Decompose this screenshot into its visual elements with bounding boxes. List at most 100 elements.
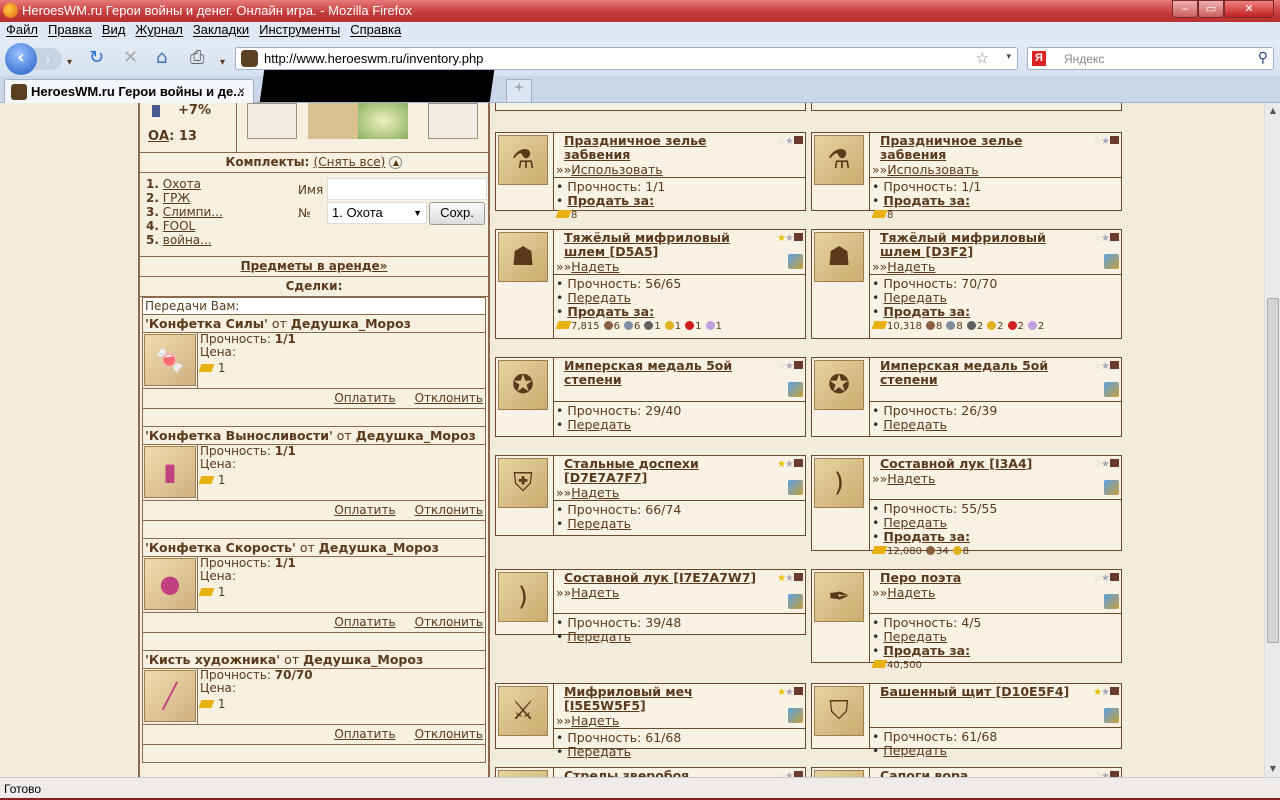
transfer-link[interactable]: Передать — [567, 290, 631, 305]
repair-icon[interactable] — [788, 382, 803, 397]
potion-icon[interactable]: ⚗ — [814, 135, 864, 185]
wear-link[interactable]: Надеть — [571, 485, 619, 500]
sword-icon[interactable]: ⚔ — [498, 686, 548, 736]
transfer-link[interactable]: Передать — [883, 515, 947, 530]
menu-file[interactable]: Файл — [6, 22, 38, 37]
home-icon[interactable]: ⌂ — [156, 48, 167, 68]
boots-slot[interactable] — [308, 103, 358, 139]
repair-icon[interactable] — [788, 708, 803, 723]
item-title-link[interactable]: Составной лук [I7E7A7W7] — [556, 571, 765, 585]
item-title-link[interactable]: Стальные доспехи [D7E7A7F7] — [556, 457, 765, 485]
menu-history[interactable]: Журнал — [135, 22, 182, 37]
save-set-button[interactable]: Сохр. — [429, 202, 485, 225]
transfer-link[interactable]: Передать — [883, 743, 947, 758]
item-title-link[interactable]: Составной лук [I3A4] — [872, 457, 1081, 471]
sell-link[interactable]: Продать за: — [883, 529, 970, 544]
bouquet-slot[interactable] — [358, 103, 408, 139]
item-title-link[interactable]: Праздничное зелье забвения — [556, 134, 765, 162]
maximize-button[interactable]: ▭ — [1198, 0, 1224, 18]
item-title-link[interactable]: Башенный щит [D10E5F4] — [872, 685, 1081, 699]
transfer-link[interactable]: Передать — [567, 417, 631, 432]
weapon-slot[interactable] — [247, 103, 297, 139]
menu-tools[interactable]: Инструменты — [259, 22, 340, 37]
set-link[interactable]: Охота — [163, 177, 201, 191]
close-tab-icon[interactable]: × — [238, 84, 245, 98]
pay-link[interactable]: Оплатить — [334, 727, 395, 741]
scrollbar-thumb[interactable] — [1267, 298, 1279, 643]
print-dropdown-icon[interactable]: ▾ — [220, 53, 225, 73]
wear-link[interactable]: Надеть — [571, 259, 619, 274]
wear-link[interactable]: Надеть — [887, 585, 935, 600]
back-button[interactable]: ‹ — [5, 43, 37, 75]
tab-heroeswm[interactable]: HeroesWM.ru Герои войны и де... × — [4, 79, 254, 103]
set-link[interactable]: война... — [163, 233, 212, 247]
repair-icon[interactable] — [1104, 480, 1119, 495]
menu-view[interactable]: Вид — [102, 22, 126, 37]
pay-link[interactable]: Оплатить — [334, 503, 395, 517]
armor-icon[interactable]: ⛨ — [498, 458, 548, 508]
arrows-icon[interactable]: ➶ — [498, 770, 548, 777]
pay-link[interactable]: Оплатить — [334, 391, 395, 405]
bow-icon[interactable]: ) — [814, 458, 864, 508]
minimize-button[interactable]: – — [1172, 0, 1198, 18]
remove-all-link[interactable]: (Снять все) — [314, 155, 386, 169]
sell-link[interactable]: Продать за: — [883, 304, 970, 319]
sell-link[interactable]: Продать за: — [883, 643, 970, 658]
sell-link[interactable]: Продать за: — [883, 193, 970, 208]
item-title-link[interactable]: Тяжёлый мифриловый шлем [D3F2] — [872, 231, 1081, 259]
wear-link[interactable]: Надеть — [887, 471, 935, 486]
transfer-link[interactable]: Передать — [567, 516, 631, 531]
item-title-link[interactable]: Имперская медаль 5ой степени — [872, 359, 1081, 387]
shield-icon[interactable]: ⛉ — [814, 686, 864, 736]
bookmark-star-icon[interactable]: ☆ — [976, 49, 989, 67]
decline-link[interactable]: Отклонить — [415, 503, 483, 517]
use-link[interactable]: Использовать — [571, 162, 662, 177]
transfer-link[interactable]: Передать — [883, 417, 947, 432]
history-dropdown-icon[interactable]: ▾ — [67, 53, 72, 73]
item-title-link[interactable]: Сапоги вора — [872, 769, 1081, 778]
scroll-up-icon[interactable]: ▲ — [1265, 103, 1280, 119]
url-dropdown-icon[interactable]: ▾ — [1006, 51, 1011, 62]
search-bar[interactable]: Я Яндекс ⚲ — [1027, 47, 1274, 70]
helmet-icon[interactable]: ☗ — [814, 232, 864, 282]
boots-icon[interactable]: ▰ — [814, 770, 864, 777]
new-tab-button[interactable]: + — [506, 79, 532, 103]
sell-link[interactable]: Продать за: — [567, 304, 654, 319]
set-name-input[interactable] — [327, 178, 487, 200]
set-link[interactable]: ГРЖ — [163, 191, 190, 205]
item-title-link[interactable]: Имперская медаль 5ой степени — [556, 359, 765, 387]
item-title-link[interactable]: Стрелы зверобоя — [556, 769, 765, 778]
stop-icon[interactable]: ✕ — [123, 48, 138, 68]
item-title-link[interactable]: Перо поэта — [872, 571, 1081, 585]
rented-items-link[interactable]: Предметы в аренде» — [241, 259, 388, 273]
medal-icon[interactable]: ✪ — [814, 360, 864, 410]
oa-link[interactable]: ОА — [148, 129, 169, 144]
item-title-link[interactable]: Праздничное зелье забвения — [872, 134, 1081, 162]
item-title-link[interactable]: Мифриловый меч [I5E5W5F5] — [556, 685, 765, 713]
repair-icon[interactable] — [788, 594, 803, 609]
set-link[interactable]: Слимпи... — [163, 205, 223, 219]
repair-icon[interactable] — [1104, 708, 1119, 723]
vertical-scrollbar[interactable]: ▲ ▼ — [1264, 103, 1280, 777]
scroll-down-icon[interactable]: ▼ — [1265, 761, 1280, 777]
medal-icon[interactable]: ✪ — [498, 360, 548, 410]
wear-link[interactable]: Надеть — [887, 259, 935, 274]
helmet-icon[interactable]: ☗ — [498, 232, 548, 282]
transfer-link[interactable]: Передать — [883, 629, 947, 644]
wear-link[interactable]: Надеть — [571, 585, 619, 600]
item-title-link[interactable]: Тяжёлый мифриловый шлем [D5A5] — [556, 231, 765, 259]
repair-icon[interactable] — [788, 254, 803, 269]
print-icon[interactable]: ⎙ — [190, 48, 204, 68]
decline-link[interactable]: Отклонить — [415, 615, 483, 629]
set-link[interactable]: FOOL — [163, 219, 195, 233]
repair-icon[interactable] — [1104, 382, 1119, 397]
wear-link[interactable]: Надеть — [571, 713, 619, 728]
repair-icon[interactable] — [1104, 594, 1119, 609]
potion-icon[interactable]: ⚗ — [498, 135, 548, 185]
transfer-link[interactable]: Передать — [567, 629, 631, 644]
repair-icon[interactable] — [1104, 254, 1119, 269]
search-icon[interactable]: ⚲ — [1258, 49, 1268, 66]
decline-link[interactable]: Отклонить — [415, 391, 483, 405]
close-window-button[interactable]: ✕ — [1224, 0, 1274, 18]
transfer-link[interactable]: Передать — [567, 744, 631, 759]
